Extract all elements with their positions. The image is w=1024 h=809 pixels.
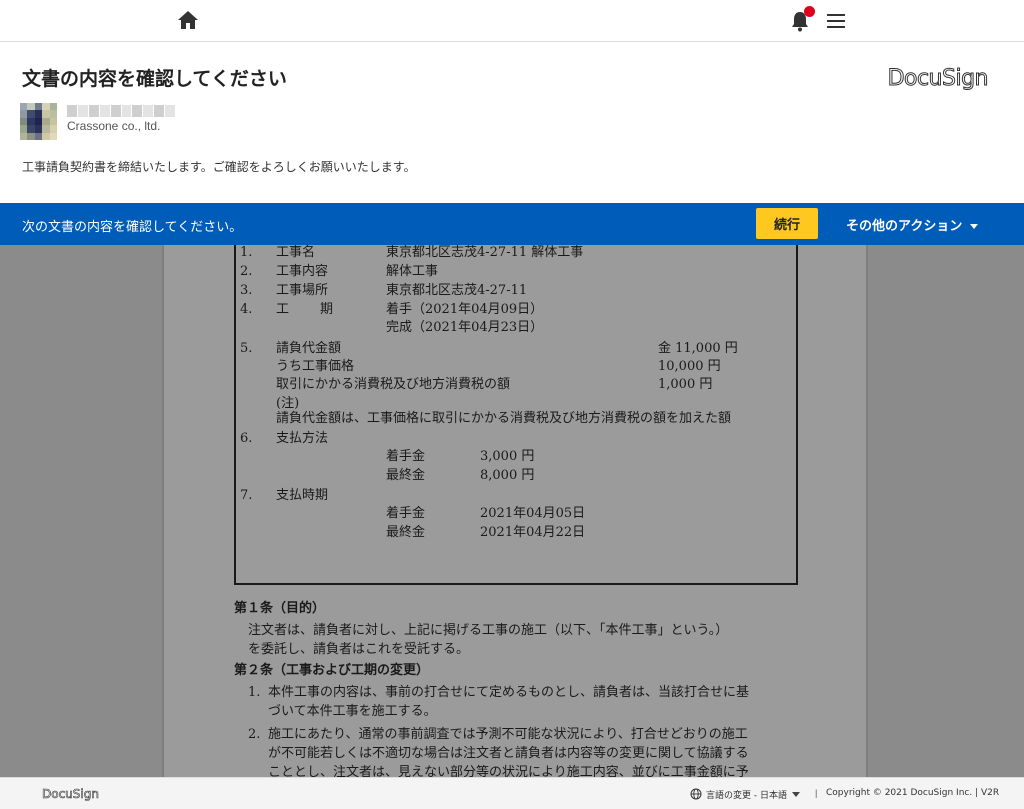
copyright-text: Copyright © 2021 DocuSign Inc. | V2R bbox=[826, 788, 1000, 798]
item-label: 支払時期 bbox=[276, 488, 329, 503]
page-edge-right bbox=[866, 245, 868, 777]
hamburger-menu-icon[interactable] bbox=[826, 12, 846, 30]
item-value: 完成（2021年04月23日） bbox=[386, 320, 544, 335]
item-label: 期 bbox=[320, 302, 334, 317]
footer: DocuSign 言語の変更 - 日本語 | Copyright © 2021 … bbox=[0, 777, 1024, 809]
continue-button[interactable]: 続行 bbox=[756, 208, 818, 239]
article-2-title: 第２条（工事および工期の変更） bbox=[234, 663, 430, 678]
clause-number: 2. bbox=[248, 727, 261, 742]
article-1-text: を委託し、請負者はこれを受託する。 bbox=[248, 642, 470, 657]
clause-number: 1. bbox=[248, 685, 261, 700]
review-header: 文書の内容を確認してください DocuSign Crassone co., lt… bbox=[0, 42, 1024, 203]
item-value: 10,000 円 bbox=[658, 359, 721, 374]
sender-message: 工事請負契約書を締結いたします。ご確認をよろしくお願いいたします。 bbox=[22, 160, 416, 174]
payment-value: 8,000 円 bbox=[480, 468, 535, 483]
item-label: 取引にかかる消費税及び地方消費税の額 bbox=[276, 377, 511, 392]
clause-text: が不可能若しくは不適切な場合は注文者と請負者は内容等の変更に関して協議する bbox=[268, 746, 749, 761]
docusign-logo: DocuSign bbox=[887, 66, 989, 92]
item-number: 4. bbox=[240, 302, 253, 317]
item-value: 1,000 円 bbox=[658, 377, 713, 392]
payment-value: 3,000 円 bbox=[480, 449, 535, 464]
language-caret-icon[interactable] bbox=[792, 792, 800, 797]
item-value: 東京都北区志茂4-27-11 解体工事 bbox=[386, 245, 584, 260]
item-label: 支払方法 bbox=[276, 431, 329, 446]
payment-label: 着手金 bbox=[386, 506, 426, 521]
other-actions-label: その他のアクション bbox=[846, 219, 963, 234]
item-value: 着手（2021年04月09日） bbox=[386, 302, 544, 317]
other-actions-menu[interactable]: その他のアクション bbox=[846, 215, 979, 234]
clause-text: こととし、注文者は、見えない部分等の状況により施工内容、並びに工事金額に予 bbox=[268, 765, 749, 777]
article-1-title: 第１条（目的） bbox=[234, 601, 326, 616]
clause-text: 本件工事の内容は、事前の打合せにて定めるものとし、請負者は、当該打合せに基 bbox=[268, 685, 750, 700]
document-viewer[interactable]: 1. 工事名 東京都北区志茂4-27-11 解体工事 2. 工事内容 解体工事 … bbox=[0, 245, 1024, 777]
note-text: 請負代金額は、工事価格に取引にかかる消費税及び地方消費税の額を加えた額 bbox=[276, 411, 732, 426]
article-1-text: 注文者は、請負者に対し、上記に掲げる工事の施工（以下、「本件工事」という。） bbox=[248, 623, 729, 638]
payment-date: 2021年04月22日 bbox=[480, 525, 586, 540]
item-value: 金 11,000 円 bbox=[658, 341, 738, 356]
page-title: 文書の内容を確認してください bbox=[22, 68, 287, 90]
globe-icon[interactable] bbox=[690, 788, 702, 800]
note-head: (注) bbox=[276, 396, 300, 411]
item-label: 請負代金額 bbox=[276, 341, 342, 356]
item-label: 工事内容 bbox=[276, 264, 329, 279]
document-page: 1. 工事名 東京都北区志茂4-27-11 解体工事 2. 工事内容 解体工事 … bbox=[164, 245, 866, 777]
item-number: 1. bbox=[240, 245, 253, 260]
notification-dot bbox=[804, 6, 815, 17]
item-value: 東京都北区志茂4-27-11 bbox=[386, 283, 528, 298]
caret-down-icon bbox=[970, 224, 979, 229]
item-label: 工事場所 bbox=[276, 283, 329, 298]
payment-label: 着手金 bbox=[386, 449, 426, 464]
item-label: 工事名 bbox=[276, 245, 316, 260]
language-selector[interactable]: 言語の変更 - 日本語 bbox=[706, 788, 787, 801]
home-icon[interactable] bbox=[177, 10, 199, 30]
sender-company: Crassone co., ltd. bbox=[67, 119, 161, 133]
item-label: うち工事価格 bbox=[276, 359, 355, 374]
item-label: 工 bbox=[276, 302, 290, 317]
footer-docusign-logo: DocuSign bbox=[42, 787, 100, 802]
payment-date: 2021年04月05日 bbox=[480, 506, 586, 521]
payment-label: 最終金 bbox=[386, 468, 426, 483]
item-value: 解体工事 bbox=[386, 264, 439, 279]
item-number: 6. bbox=[240, 431, 253, 446]
top-nav bbox=[0, 0, 1024, 42]
action-bar-instruction: 次の文書の内容を確認してください。 bbox=[22, 220, 243, 235]
clause-text: 施工にあたり、通常の事前調査では予測不可能な状況により、打合せどおりの施工 bbox=[268, 727, 748, 742]
clause-text: づいて本件工事を施工する。 bbox=[268, 704, 437, 719]
item-number: 5. bbox=[240, 341, 253, 356]
footer-separator: | bbox=[815, 788, 818, 798]
item-number: 7. bbox=[240, 488, 253, 503]
item-number: 2. bbox=[240, 264, 253, 279]
action-bar: 次の文書の内容を確認してください。 続行 その他のアクション bbox=[0, 203, 1024, 245]
item-number: 3. bbox=[240, 283, 253, 298]
sender-name-redacted bbox=[67, 105, 176, 117]
payment-label: 最終金 bbox=[386, 525, 426, 540]
sender-avatar bbox=[20, 103, 57, 140]
